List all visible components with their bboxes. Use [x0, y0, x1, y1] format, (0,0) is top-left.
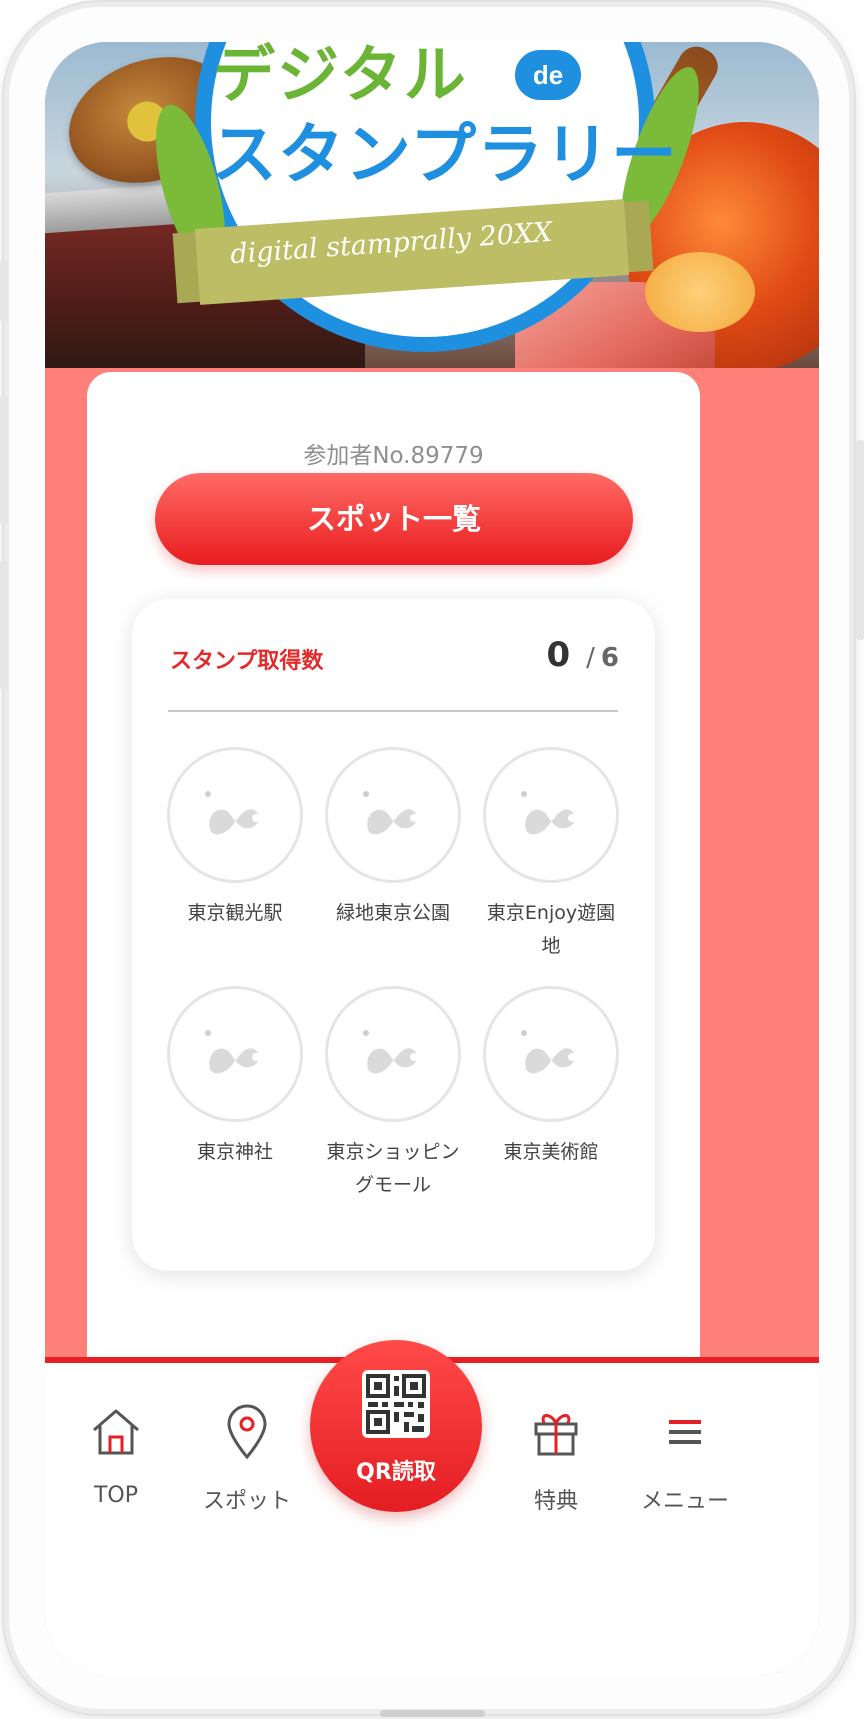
uni-image	[645, 252, 755, 332]
stamp-item[interactable]: 東京Enjoy遊園地	[481, 747, 621, 963]
phone-volume-up-button	[0, 395, 8, 525]
home-icon	[51, 1401, 181, 1463]
nav-spot[interactable]: スポット	[182, 1401, 312, 1515]
stamp-placeholder-icon	[325, 986, 461, 1122]
hero-banner: デジタル de スタンプラリー digital stamprally 20XX	[45, 42, 819, 368]
spot-list-button[interactable]: スポット一覧	[155, 473, 633, 565]
stamp-label: 東京Enjoy遊園地	[486, 902, 616, 957]
hamburger-menu-icon	[620, 1401, 750, 1463]
nav-benefit-label: 特典	[533, 1489, 578, 1514]
stamp-item[interactable]: 緑地東京公園	[323, 747, 463, 930]
stamp-label: 東京観光駅	[187, 902, 283, 924]
nav-top-label: TOP	[93, 1483, 139, 1508]
phone-side-button	[0, 260, 8, 322]
stamp-label: 緑地東京公園	[335, 902, 450, 924]
qr-scan-button[interactable]: QR読取	[310, 1340, 482, 1512]
stamp-count-title: スタンプ取得数	[170, 649, 324, 674]
gift-icon	[491, 1401, 621, 1463]
stamp-item[interactable]: 東京美術館	[481, 986, 621, 1169]
participant-number: 参加者No.89779	[303, 443, 484, 469]
nav-spot-label: スポット	[202, 1489, 291, 1514]
phone-power-button	[856, 440, 864, 640]
stamp-label: 東京ショッピングモール	[326, 1141, 460, 1196]
stamp-label: 東京神社	[196, 1141, 273, 1163]
app-screen: デジタル de スタンプラリー digital stamprally 20XX …	[45, 42, 819, 1676]
stamp-acquired-count: 0	[546, 635, 571, 675]
stamp-item[interactable]: 東京観光駅	[165, 747, 305, 930]
stamp-item[interactable]: 東京神社	[165, 986, 305, 1169]
stamp-total-count: 6	[600, 643, 619, 673]
banner-title-line2: スタンプラリー	[211, 116, 679, 193]
stamp-count-separator: /	[586, 643, 595, 673]
stamp-placeholder-icon	[167, 747, 303, 883]
stamp-item[interactable]: 東京ショッピングモール	[323, 986, 463, 1202]
nav-menu-label: メニュー	[640, 1489, 729, 1514]
qr-code-icon	[362, 1370, 430, 1438]
stamp-label: 東京美術館	[503, 1141, 599, 1163]
stamp-placeholder-icon	[167, 986, 303, 1122]
nav-top[interactable]: TOP	[51, 1401, 181, 1508]
stamp-placeholder-icon	[483, 986, 619, 1122]
phone-volume-down-button	[0, 560, 8, 690]
stamp-divider	[168, 710, 618, 712]
home-indicator	[380, 1710, 485, 1717]
nav-menu[interactable]: メニュー	[620, 1401, 750, 1515]
nav-benefit[interactable]: 特典	[491, 1401, 621, 1515]
stamp-count: 0 /6	[546, 635, 619, 675]
stamp-placeholder-icon	[483, 747, 619, 883]
map-pin-icon	[182, 1401, 312, 1463]
stamp-panel: スタンプ取得数 0 /6 東京観光駅 緑地東京公園 東京Enjoy遊園地 東京神社…	[132, 599, 655, 1271]
banner-de-badge: de	[515, 50, 581, 100]
qr-scan-label: QR読取	[356, 1460, 436, 1485]
banner-title-line1: デジタル	[213, 42, 468, 111]
stamp-placeholder-icon	[325, 747, 461, 883]
